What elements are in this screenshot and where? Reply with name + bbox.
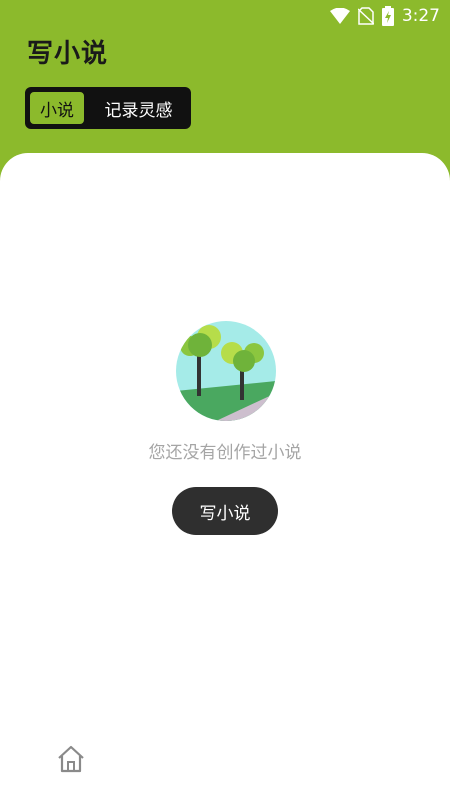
- write-novel-button[interactable]: 写小说: [172, 487, 278, 535]
- tab-inspiration[interactable]: 记录灵感: [86, 87, 191, 129]
- tab-bar: 小说 记录灵感: [25, 87, 191, 129]
- status-time: 3:27: [401, 6, 440, 26]
- empty-state-message: 您还没有创作过小说: [148, 443, 302, 463]
- page-title: 写小说: [27, 39, 109, 69]
- main-content: 您还没有创作过小说 写小说: [0, 153, 450, 800]
- trees-illustration-icon: [176, 321, 276, 421]
- no-sim-icon: [357, 7, 374, 25]
- bottom-nav: [0, 735, 450, 800]
- wifi-icon: [329, 8, 350, 24]
- battery-charging-icon: [381, 6, 394, 26]
- tab-novel[interactable]: 小说: [28, 90, 86, 126]
- home-icon[interactable]: [55, 743, 87, 775]
- status-bar: 3:27: [0, 0, 450, 32]
